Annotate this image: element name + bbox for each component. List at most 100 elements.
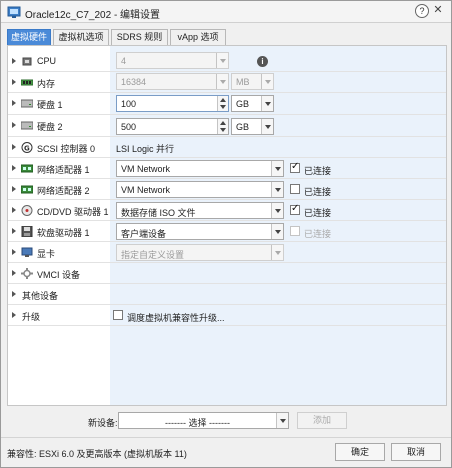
floppy-drive-connected-label: 已连接 — [304, 229, 332, 239]
video-card-select[interactable]: 指定自定义设置 — [116, 244, 284, 261]
tab-vapp-options[interactable]: vApp 选项 — [170, 29, 226, 45]
cd-dvd-drive-connected-label: 已连接 — [304, 208, 332, 218]
new-device-select-value: ------- 选择 ------- — [165, 418, 230, 428]
cancel-button[interactable]: 取消 — [391, 443, 441, 461]
expand-arrow-icon[interactable] — [12, 270, 16, 276]
network-adapter-icon — [21, 164, 33, 173]
other-devices-label: 其他设备 — [22, 291, 59, 301]
upgrade-label: 升级 — [22, 312, 41, 322]
scsi-controller-type: LSI Logic 并行 — [116, 144, 175, 154]
row-floppy-drive: 软盘驱动器 1 客户端设备 已连接 — [8, 221, 446, 242]
expand-arrow-icon[interactable] — [12, 186, 16, 192]
floppy-drive-connected-checkbox[interactable] — [290, 226, 300, 236]
memory-unit-value: MB — [236, 77, 250, 87]
network-adapter-2-select[interactable]: VM Network — [116, 181, 284, 198]
hard-disk-1-size-input[interactable]: 100 — [116, 95, 229, 112]
row-video-card: 显卡 指定自定义设置 — [8, 242, 446, 263]
expand-arrow-icon[interactable] — [12, 207, 16, 213]
floppy-drive-icon — [21, 226, 33, 237]
hard-disk-1-unit-select[interactable]: GB — [231, 95, 274, 112]
title-bar: Oracle12c_C7_202 - 编辑设置 ? ✕ — [1, 1, 451, 23]
expand-arrow-icon[interactable] — [12, 312, 16, 318]
memory-size-input[interactable]: 16384 — [116, 73, 229, 90]
hard-disk-2-unit-value: GB — [236, 122, 250, 132]
chevron-down-icon — [261, 119, 273, 134]
expand-arrow-icon[interactable] — [12, 291, 16, 297]
hard-disk-2-size-input[interactable]: 500 — [116, 118, 229, 135]
cpu-chip-icon — [22, 57, 32, 66]
vmci-device-label: VMCI 设备 — [37, 270, 81, 280]
tab-sdrs-rules[interactable]: SDRS 规则 — [111, 29, 168, 45]
tab-virtual-hardware[interactable]: 虚拟硬件 — [7, 29, 51, 45]
memory-size-value: 16384 — [121, 77, 147, 87]
cpu-count-select[interactable]: 4 — [116, 52, 229, 69]
video-card-label: 显卡 — [37, 249, 56, 259]
expand-arrow-icon[interactable] — [12, 144, 16, 150]
hard-disk-2-size-value: 500 — [121, 122, 137, 132]
chevron-down-icon — [276, 413, 288, 428]
schedule-upgrade-checkbox[interactable] — [113, 310, 123, 320]
cd-dvd-drive-label: CD/DVD 驱动器 1 — [37, 207, 109, 217]
window-title: Oracle12c_C7_202 - 编辑设置 — [25, 10, 161, 21]
video-card-value: 指定自定义设置 — [121, 250, 185, 260]
expand-arrow-icon[interactable] — [12, 100, 16, 106]
expand-arrow-icon[interactable] — [12, 58, 16, 64]
network-adapter-1-select[interactable]: VM Network — [116, 160, 284, 177]
edit-settings-dialog: Oracle12c_C7_202 - 编辑设置 ? ✕ 虚拟硬件 虚拟机选项 S… — [0, 0, 452, 468]
hard-disk-icon — [21, 121, 33, 130]
chevron-down-icon — [261, 96, 273, 111]
expand-arrow-icon[interactable] — [12, 79, 16, 85]
new-device-select[interactable]: ------- 选择 ------- — [118, 412, 289, 429]
floppy-drive-value: 客户端设备 — [121, 229, 167, 239]
chevron-down-icon — [271, 245, 283, 260]
expand-arrow-icon[interactable] — [12, 122, 16, 128]
chevron-down-icon — [261, 74, 273, 89]
info-icon[interactable]: i — [257, 56, 268, 67]
tab-vm-options[interactable]: 虚拟机选项 — [53, 29, 109, 45]
cpu-label: CPU — [37, 56, 57, 66]
network-adapter-1-label: 网络适配器 1 — [37, 165, 90, 175]
network-adapter-2-connected-label: 已连接 — [304, 187, 332, 197]
expand-arrow-icon[interactable] — [12, 165, 16, 171]
hard-disk-1-size-value: 100 — [121, 99, 137, 109]
help-icon[interactable]: ? — [415, 4, 429, 18]
expand-arrow-icon[interactable] — [12, 249, 16, 255]
row-memory: 内存 16384 MB — [8, 72, 446, 93]
floppy-drive-label: 软盘驱动器 1 — [37, 228, 90, 238]
row-network-adapter-1: 网络适配器 1 VM Network 已连接 — [8, 158, 446, 179]
row-hard-disk-2: 硬盘 2 500 GB — [8, 115, 446, 137]
stepper-icon[interactable] — [217, 119, 228, 134]
compatibility-text: 兼容性: ESXi 6.0 及更高版本 (虚拟机版本 11) — [7, 449, 187, 459]
hardware-panel: CPU 4 i 内存 16384 MB 硬盘 1 100 GB 硬盘 2 500… — [7, 45, 447, 406]
cd-dvd-drive-connected-checkbox[interactable] — [290, 203, 300, 215]
network-adapter-1-connected-checkbox[interactable] — [290, 161, 300, 173]
vm-icon — [7, 6, 21, 18]
floppy-drive-select[interactable]: 客户端设备 — [116, 223, 284, 240]
row-upgrade: 升级 调度虚拟机兼容性升级... — [8, 305, 446, 326]
cd-dvd-drive-select[interactable]: 数据存储 ISO 文件 — [116, 202, 284, 219]
row-vmci-device: VMCI 设备 — [8, 263, 446, 284]
close-icon[interactable]: ✕ — [431, 3, 445, 17]
new-device-label: 新设备: — [88, 418, 118, 428]
expand-arrow-icon[interactable] — [12, 228, 16, 234]
memory-unit-select[interactable]: MB — [231, 73, 274, 90]
chevron-down-icon — [271, 182, 283, 197]
hard-disk-1-label: 硬盘 1 — [37, 100, 63, 110]
svg-text:G: G — [24, 145, 30, 153]
network-adapter-2-value: VM Network — [121, 185, 171, 195]
ok-button[interactable]: 确定 — [335, 443, 385, 461]
video-card-icon — [21, 247, 33, 257]
row-cd-dvd-drive: CD/DVD 驱动器 1 数据存储 ISO 文件 已连接 — [8, 200, 446, 221]
vmci-device-icon — [21, 268, 33, 279]
chevron-down-icon — [271, 224, 283, 239]
memory-icon — [21, 79, 33, 86]
stepper-icon[interactable] — [217, 96, 228, 111]
row-network-adapter-2: 网络适配器 2 VM Network 已连接 — [8, 179, 446, 200]
scsi-controller-label: SCSI 控制器 0 — [37, 144, 96, 154]
network-adapter-2-connected-checkbox[interactable] — [290, 184, 300, 194]
add-device-button[interactable]: 添加 — [297, 412, 347, 429]
hard-disk-2-unit-select[interactable]: GB — [231, 118, 274, 135]
chevron-down-icon — [216, 74, 228, 89]
hard-disk-icon — [21, 99, 33, 108]
hard-disk-1-unit-value: GB — [236, 99, 250, 109]
